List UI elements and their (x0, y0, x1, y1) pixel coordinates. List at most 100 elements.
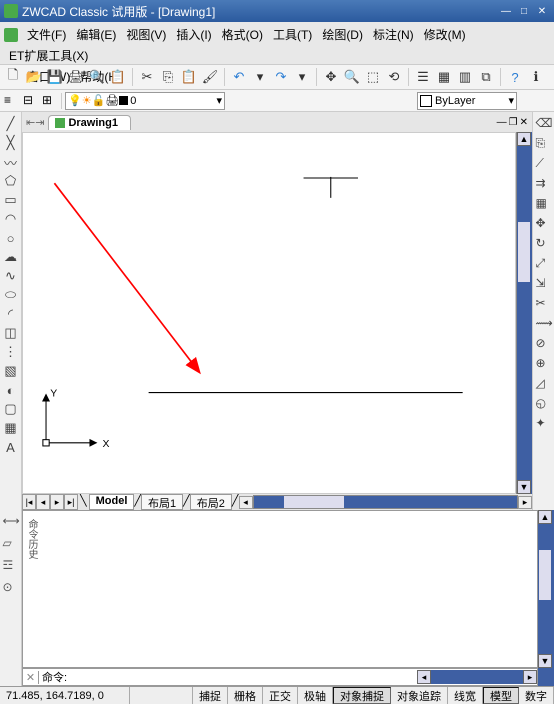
horizontal-scrollbar[interactable]: ◂ ▸ (239, 494, 532, 510)
osnap-toggle[interactable]: 对象捕捉 (333, 687, 391, 704)
calc-icon[interactable]: ⧉ (477, 68, 495, 86)
hatch-icon[interactable]: ▧ (3, 363, 19, 379)
menu-format[interactable]: 格式(O) (217, 24, 268, 45)
menu-draw[interactable]: 绘图(D) (317, 24, 368, 45)
numlock-toggle[interactable]: 数字 (519, 687, 554, 704)
explode-icon[interactable]: ✦ (536, 416, 552, 432)
polygon-icon[interactable]: ⬠ (3, 173, 19, 189)
cmd-hscroll[interactable]: ◂ ▸ (417, 670, 537, 684)
tab-nav-icon[interactable]: ⇤⇥ (26, 116, 44, 129)
pan-icon[interactable]: ✥ (322, 68, 340, 86)
toolpalette-icon[interactable]: ▥ (456, 68, 474, 86)
menu-dimension[interactable]: 标注(N) (368, 24, 419, 45)
id-icon[interactable]: ⊙ (3, 580, 19, 596)
zoomprev-icon[interactable]: ⟲ (385, 68, 403, 86)
layerstate-icon[interactable]: ⊞ (42, 93, 58, 109)
layout-tab-1[interactable]: 布局1 (141, 494, 183, 510)
menu-et[interactable]: ET扩展工具(X) (4, 45, 93, 66)
rectangle-icon[interactable]: ▭ (3, 192, 19, 208)
mirror-icon[interactable]: ⟋ (536, 156, 552, 172)
text-icon[interactable]: A (3, 439, 19, 455)
revcloud-icon[interactable]: ☁ (3, 249, 19, 265)
command-history[interactable]: 命令历史 (22, 510, 538, 668)
erase-icon[interactable]: ⌫ (536, 116, 552, 132)
cmd-scroll-down-icon[interactable]: ▼ (538, 654, 552, 668)
gradient-icon[interactable]: ◐ (3, 382, 19, 398)
info-icon[interactable]: ℹ (527, 68, 545, 86)
maximize-button[interactable]: □ (516, 4, 532, 18)
undo-icon[interactable]: ↶ (230, 68, 248, 86)
snap-toggle[interactable]: 捕捉 (193, 687, 228, 704)
open-icon[interactable]: 📂 (25, 68, 43, 86)
circle-icon[interactable]: ○ (3, 230, 19, 246)
fillet-icon[interactable]: ◵ (536, 396, 552, 412)
spline-icon[interactable]: ∿ (3, 268, 19, 284)
zoomwin-icon[interactable]: ⬚ (364, 68, 382, 86)
new-icon[interactable]: 🗋 (4, 68, 22, 86)
block-icon[interactable]: ◫ (3, 325, 19, 341)
help-icon[interactable]: ? (506, 68, 524, 86)
command-clear-button[interactable]: ✕ (23, 671, 39, 684)
doc-max-button[interactable]: ❐ (509, 117, 518, 128)
menu-tools[interactable]: 工具(T) (268, 24, 317, 45)
layout-tab-2[interactable]: 布局2 (190, 494, 232, 510)
scroll-thumb[interactable] (518, 222, 530, 282)
menu-edit[interactable]: 编辑(E) (71, 24, 121, 45)
break-icon[interactable]: ⊘ (536, 336, 552, 352)
line-icon[interactable]: ╱ (3, 116, 19, 132)
copy-icon[interactable]: ⎘ (159, 68, 177, 86)
area-icon[interactable]: ▱ (3, 536, 19, 552)
point-icon[interactable]: ⋮ (3, 344, 19, 360)
print-icon[interactable]: 🖨 (67, 68, 85, 86)
ortho-toggle[interactable]: 正交 (263, 687, 298, 704)
copy-icon[interactable]: ⎘ (536, 136, 552, 152)
preview-icon[interactable]: 🔍 (88, 68, 106, 86)
color-combo[interactable]: ByLayer ▾ (417, 92, 517, 110)
redo-drop-icon[interactable]: ▾ (293, 68, 311, 86)
scroll-down-icon[interactable]: ▼ (517, 480, 531, 494)
vertical-scrollbar[interactable]: ▲ ▼ (516, 132, 532, 494)
match-icon[interactable]: 🖌 (201, 68, 219, 86)
cmd-scroll-thumb[interactable] (539, 550, 551, 600)
scale-icon[interactable]: ⤢ (536, 256, 552, 272)
paste-icon[interactable]: 📋 (180, 68, 198, 86)
layout-next-icon[interactable]: ▸ (50, 494, 64, 510)
scroll-left-icon[interactable]: ◂ (239, 496, 253, 509)
layout-last-icon[interactable]: ▸| (64, 494, 78, 510)
menu-insert[interactable]: 插入(I) (171, 24, 216, 45)
minimize-button[interactable]: — (498, 4, 514, 18)
extend-icon[interactable]: ⟿ (536, 316, 552, 332)
otrack-toggle[interactable]: 对象追踪 (391, 687, 448, 704)
publish-icon[interactable]: 📋 (109, 68, 127, 86)
model-toggle[interactable]: 模型 (483, 687, 519, 704)
trim-icon[interactable]: ✂ (536, 296, 552, 312)
stretch-icon[interactable]: ⇲ (536, 276, 552, 292)
layer-combo[interactable]: 💡☀🔓🖨 0 ▾ (65, 92, 225, 110)
xline-icon[interactable]: ╳ (3, 135, 19, 151)
cut-icon[interactable]: ✂ (138, 68, 156, 86)
cmd-scroll-right-icon[interactable]: ▸ (523, 670, 537, 684)
array-icon[interactable]: ▦ (536, 196, 552, 212)
rotate-icon[interactable]: ↻ (536, 236, 552, 252)
cmd-vscroll[interactable]: ▲ ▼ (538, 510, 554, 686)
drawing-canvas[interactable]: X Y (22, 132, 516, 494)
hscroll-thumb[interactable] (284, 496, 344, 508)
save-icon[interactable]: 💾 (46, 68, 64, 86)
redo-icon[interactable]: ↷ (272, 68, 290, 86)
chamfer-icon[interactable]: ◿ (536, 376, 552, 392)
list-icon[interactable]: ☲ (3, 558, 19, 574)
layermgr-icon[interactable]: ≡ (4, 93, 20, 109)
distance-icon[interactable]: ⟷ (3, 514, 19, 530)
move-icon[interactable]: ✥ (536, 216, 552, 232)
lwt-toggle[interactable]: 线宽 (448, 687, 483, 704)
close-button[interactable]: ✕ (534, 4, 550, 18)
menu-file[interactable]: 文件(F) (22, 24, 71, 45)
polar-toggle[interactable]: 极轴 (298, 687, 333, 704)
layout-first-icon[interactable]: |◂ (22, 494, 36, 510)
join-icon[interactable]: ⊕ (536, 356, 552, 372)
undo-drop-icon[interactable]: ▾ (251, 68, 269, 86)
properties-icon[interactable]: ☰ (414, 68, 432, 86)
ellipsearc-icon[interactable]: ◜ (3, 306, 19, 322)
cmd-scroll-up-icon[interactable]: ▲ (538, 510, 552, 524)
offset-icon[interactable]: ⇉ (536, 176, 552, 192)
